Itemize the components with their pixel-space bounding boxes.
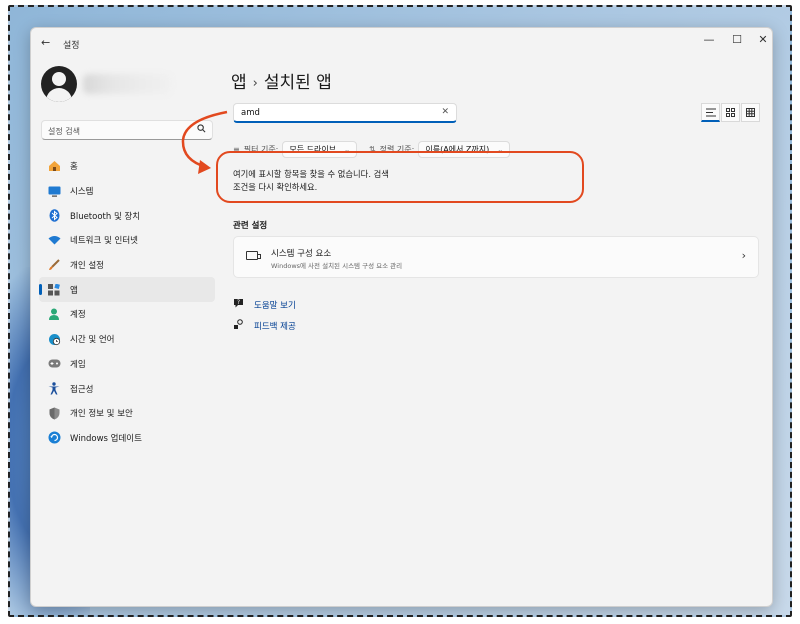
gamepad-icon <box>47 357 61 371</box>
sidebar-item-label: 시간 및 언어 <box>70 335 115 346</box>
sidebar-item-system[interactable]: 시스템 <box>39 179 215 204</box>
sidebar-item-label: 네트워크 및 인터넷 <box>70 236 138 247</box>
tile-view-icon <box>726 108 735 117</box>
screenshot-frame: ← 설정 — ☐ ✕ 설정 검색 홈 시스템 Bluetooth 및 장치 네트… <box>8 5 792 617</box>
app-title: 설정 <box>63 41 80 51</box>
back-button[interactable]: ← <box>41 36 50 49</box>
sidebar-item-bluetooth[interactable]: Bluetooth 및 장치 <box>39 203 215 228</box>
sidebar-item-accounts[interactable]: 계정 <box>39 302 215 327</box>
blurred-user-name <box>83 74 171 94</box>
card-title: 시스템 구성 요소 <box>271 249 332 259</box>
minimize-button[interactable]: — <box>699 33 719 46</box>
chevron-right-icon: › <box>741 249 746 262</box>
settings-search-placeholder: 설정 검색 <box>48 127 80 136</box>
globe-clock-icon <box>47 332 61 346</box>
sidebar-item-label: 홈 <box>70 162 78 173</box>
close-button[interactable]: ✕ <box>753 33 772 46</box>
sidebar-item-label: Windows 업데이트 <box>70 433 142 444</box>
breadcrumb: 앱 › 설치된 앱 <box>231 68 332 93</box>
sidebar-item-time-language[interactable]: 시간 및 언어 <box>39 327 215 352</box>
apps-icon <box>47 283 61 297</box>
sidebar-nav: 홈 시스템 Bluetooth 및 장치 네트워크 및 인터넷 개인 설정 앱 … <box>39 154 215 450</box>
system-components-card[interactable]: 시스템 구성 요소 Windows에 사전 설치된 시스템 구성 요소 관리 › <box>233 236 759 278</box>
sidebar-item-label: 게임 <box>70 359 86 370</box>
help-link-label: 도움말 보기 <box>254 301 296 311</box>
sidebar-item-privacy[interactable]: 개인 정보 및 보안 <box>39 401 215 426</box>
accessibility-icon <box>47 382 61 396</box>
brush-icon <box>47 258 61 272</box>
feedback-icon <box>233 319 245 333</box>
svg-text:?: ? <box>237 299 240 306</box>
wifi-icon <box>47 233 61 247</box>
bluetooth-icon <box>47 209 61 223</box>
avatar-body <box>46 88 72 102</box>
breadcrumb-parent[interactable]: 앱 <box>231 73 247 93</box>
sidebar-item-label: Bluetooth 및 장치 <box>70 211 141 222</box>
search-icon[interactable] <box>197 124 206 136</box>
sidebar-item-label: 개인 정보 및 보안 <box>70 409 133 420</box>
view-mode-buttons <box>700 103 760 122</box>
update-icon <box>47 431 61 445</box>
breadcrumb-separator: › <box>252 76 258 91</box>
sidebar-item-label: 시스템 <box>70 187 94 198</box>
help-icon: ? <box>233 298 245 312</box>
related-settings-heading: 관련 설정 <box>233 221 268 231</box>
settings-search-input[interactable]: 설정 검색 <box>41 120 213 140</box>
sidebar-item-network[interactable]: 네트워크 및 인터넷 <box>39 228 215 253</box>
system-components-icon <box>246 251 261 260</box>
sidebar-item-personalization[interactable]: 개인 설정 <box>39 253 215 278</box>
tile-view-button[interactable] <box>721 103 740 122</box>
list-view-button[interactable] <box>701 103 720 122</box>
sidebar-item-label: 앱 <box>70 285 78 296</box>
grid-view-button[interactable] <box>741 103 760 122</box>
settings-window: ← 설정 — ☐ ✕ 설정 검색 홈 시스템 Bluetooth 및 장치 네트… <box>30 27 773 607</box>
list-view-icon <box>705 108 716 116</box>
sidebar-item-windows-update[interactable]: Windows 업데이트 <box>39 426 215 451</box>
feedback-link[interactable]: 피드백 제공 <box>233 319 296 333</box>
person-icon <box>47 307 61 321</box>
avatar[interactable] <box>41 66 77 102</box>
sidebar-item-label: 계정 <box>70 310 86 321</box>
home-icon <box>47 159 61 173</box>
monitor-icon <box>47 184 61 198</box>
page-title: 설치된 앱 <box>263 73 332 93</box>
sidebar-item-label: 접근성 <box>70 384 94 395</box>
title-bar: ← 설정 — ☐ ✕ <box>31 28 772 58</box>
help-link[interactable]: ? 도움말 보기 <box>233 298 296 312</box>
annotation-highlight-box <box>216 151 584 203</box>
sidebar-item-accessibility[interactable]: 접근성 <box>39 376 215 401</box>
shield-icon <box>47 406 61 420</box>
app-search-value: amd <box>241 108 260 118</box>
sidebar-item-label: 개인 설정 <box>70 261 104 272</box>
sidebar-item-gaming[interactable]: 게임 <box>39 352 215 377</box>
app-search-input[interactable]: amd ✕ <box>233 103 457 123</box>
feedback-link-label: 피드백 제공 <box>254 322 296 332</box>
clear-search-icon[interactable]: ✕ <box>441 107 449 117</box>
grid-view-icon <box>746 108 755 117</box>
card-subtitle: Windows에 사전 설치된 시스템 구성 요소 관리 <box>271 262 403 270</box>
sidebar-item-home[interactable]: 홈 <box>39 154 215 179</box>
sidebar-item-apps[interactable]: 앱 <box>39 277 215 303</box>
avatar-head <box>52 72 66 86</box>
maximize-button[interactable]: ☐ <box>727 33 747 46</box>
